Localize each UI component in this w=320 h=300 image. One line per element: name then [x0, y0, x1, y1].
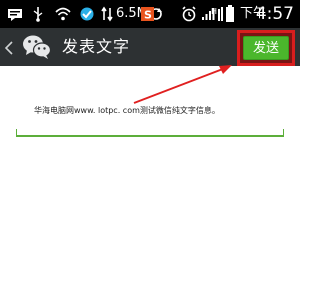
clock-time: 4:57 — [255, 4, 294, 24]
battery-icon — [224, 4, 236, 24]
send-button[interactable]: 发送 — [243, 36, 289, 60]
input-underline — [16, 129, 284, 137]
svg-text:H: H — [211, 7, 217, 16]
page-title: 发表文字 — [62, 37, 131, 56]
send-button-highlight: 发送 — [237, 30, 295, 66]
svg-text:S: S — [144, 9, 152, 22]
data-transfer-icon — [100, 4, 114, 24]
chevron-left-icon — [4, 40, 13, 59]
shield-icon — [78, 4, 96, 24]
usb-icon — [30, 4, 46, 24]
wechat-logo-icon — [22, 33, 52, 65]
messages-icon — [6, 4, 24, 24]
status-bar: 6.5M S H 下午 4:57 — [0, 0, 300, 28]
h-signal-icon: H — [210, 4, 224, 24]
alarm-icon — [180, 4, 198, 24]
message-text-input[interactable]: 华海电脑网www. lotpc. com测试微信纯文字信息。 — [34, 105, 294, 117]
back-button[interactable] — [0, 28, 60, 66]
sogou-icon: S — [140, 6, 154, 22]
wifi-icon — [54, 4, 72, 24]
